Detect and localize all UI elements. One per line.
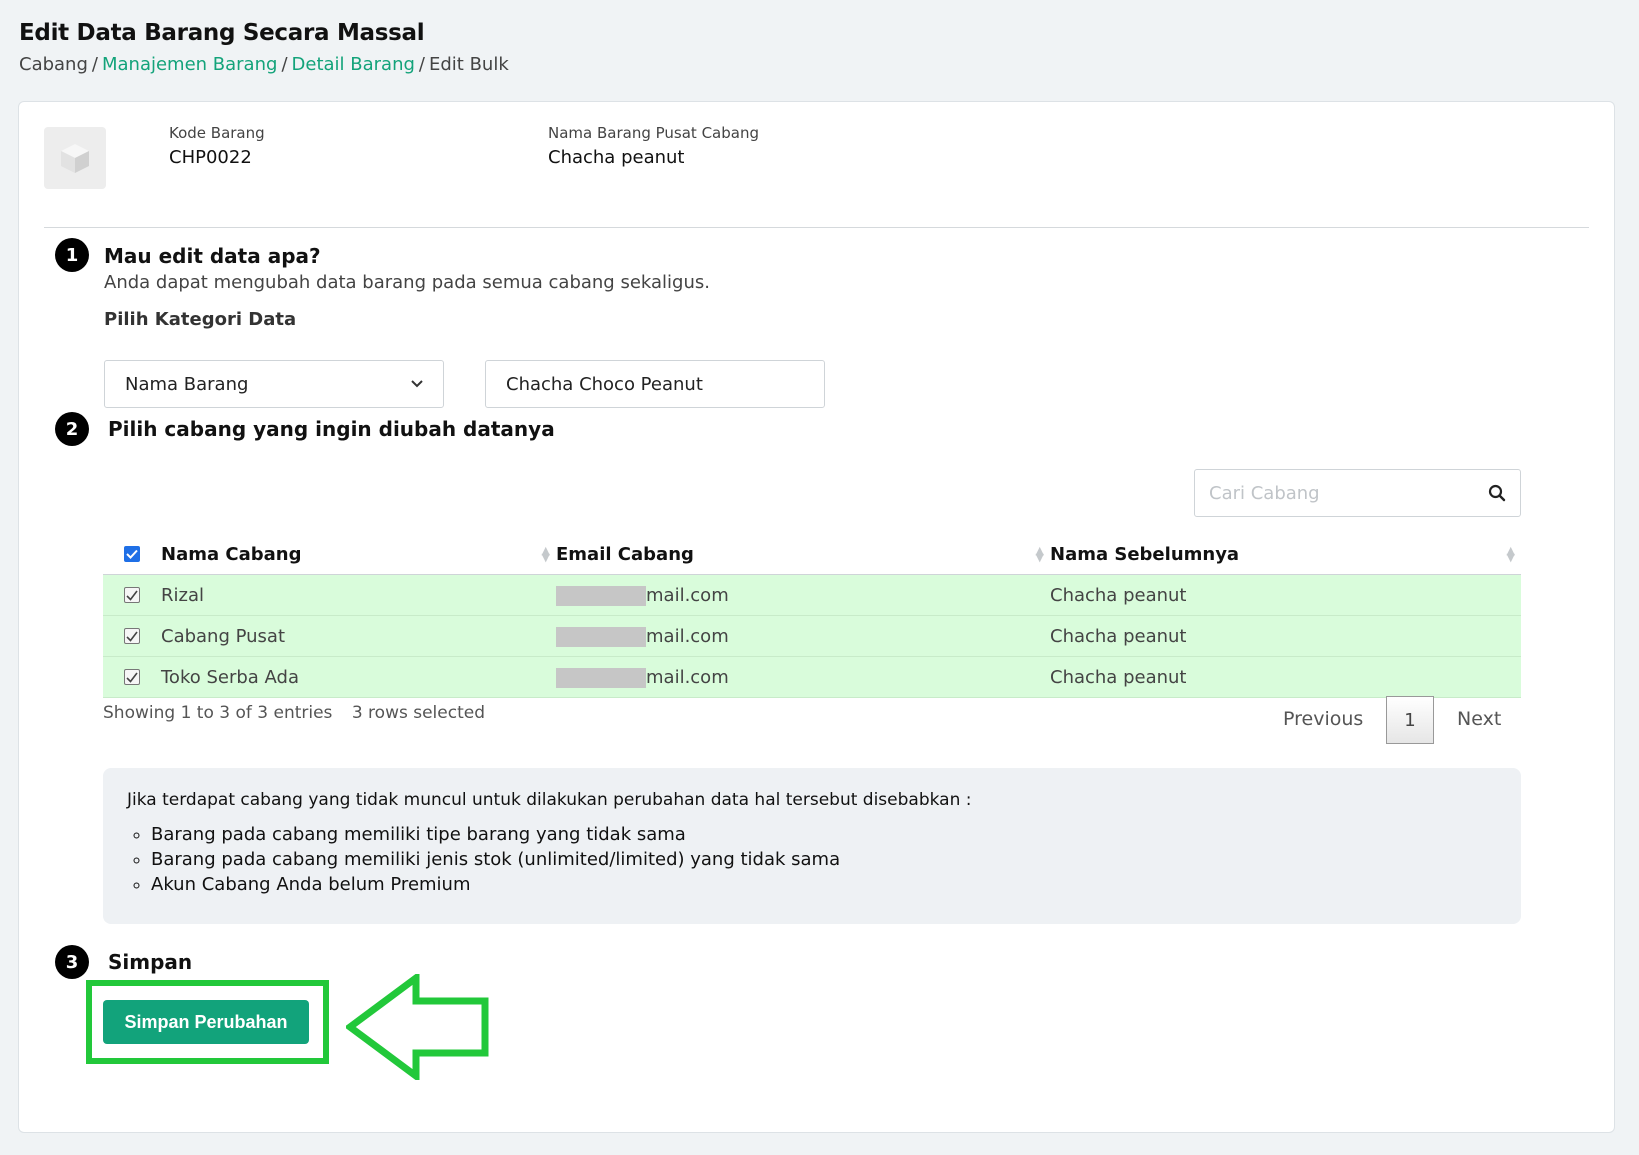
row-branch-email: mail.com: [556, 667, 1050, 688]
breadcrumb-detail-barang[interactable]: Detail Barang: [292, 54, 415, 75]
product-name-value: Chacha peanut: [548, 147, 685, 168]
row-branch-name: Toko Serba Ada: [161, 666, 299, 688]
step-1-badge: 1: [55, 238, 89, 272]
note-item: Barang pada cabang memiliki tipe barang …: [151, 824, 1497, 845]
check-icon: [126, 590, 138, 601]
category-selected-value: Nama Barang: [125, 373, 249, 395]
sort-icon[interactable]: ▲ ▼: [542, 545, 550, 563]
table-row[interactable]: Toko Serba Ada mail.com Chacha peanut: [103, 657, 1521, 698]
step-1-title: Mau edit data apa?: [104, 244, 321, 268]
product-image-placeholder: [44, 127, 106, 189]
row-checkbox[interactable]: [124, 669, 140, 685]
step-1-description: Anda dapat mengubah data barang pada sem…: [104, 272, 710, 293]
category-select[interactable]: Nama Barang: [104, 360, 444, 408]
arrow-left-icon: [346, 974, 489, 1080]
box-icon: [61, 144, 89, 173]
step-3-badge: 3: [55, 945, 89, 979]
note-item: Akun Cabang Anda belum Premium: [151, 874, 1497, 895]
search-placeholder: Cari Cabang: [1209, 482, 1320, 504]
column-header-name[interactable]: Nama Cabang ▲ ▼: [161, 544, 556, 565]
row-checkbox[interactable]: [124, 587, 140, 603]
check-icon: [126, 631, 138, 642]
table-info: Showing 1 to 3 of 3 entries 3 rows selec…: [103, 703, 485, 723]
category-label: Pilih Kategori Data: [104, 309, 297, 330]
chevron-down-icon: [411, 380, 423, 388]
divider: [44, 227, 1589, 228]
breadcrumb-separator: /: [281, 54, 288, 75]
edit-bulk-card: Kode Barang CHP0022 Nama Barang Pusat Ca…: [18, 101, 1615, 1133]
branch-search-input[interactable]: Cari Cabang: [1194, 469, 1521, 517]
breadcrumb-manajemen-barang[interactable]: Manajemen Barang: [102, 54, 277, 75]
save-changes-button[interactable]: Simpan Perubahan: [103, 1000, 309, 1044]
column-header-previous[interactable]: Nama Sebelumnya ▲ ▼: [1050, 544, 1521, 565]
column-header-email[interactable]: Email Cabang ▲ ▼: [556, 544, 1050, 565]
step-2-title: Pilih cabang yang ingin diubah datanya: [108, 417, 555, 441]
breadcrumb-separator: /: [91, 54, 98, 75]
page-title: Edit Data Barang Secara Massal: [19, 20, 425, 46]
row-branch-email: mail.com: [556, 585, 1050, 606]
select-all-checkbox[interactable]: [124, 546, 140, 562]
row-previous-name: Chacha peanut: [1050, 666, 1187, 688]
sort-icon[interactable]: ▲ ▼: [1507, 545, 1515, 563]
pagination-next[interactable]: Next: [1457, 708, 1501, 730]
redacted-block: [556, 667, 646, 688]
check-icon: [126, 549, 138, 559]
info-note: Jika terdapat cabang yang tidak muncul u…: [103, 768, 1521, 924]
breadcrumb-separator: /: [418, 54, 425, 75]
note-list: Barang pada cabang memiliki tipe barang …: [127, 824, 1497, 895]
selected-info: 3 rows selected: [351, 703, 485, 723]
sort-icon[interactable]: ▲ ▼: [1036, 545, 1044, 563]
row-previous-name: Chacha peanut: [1050, 584, 1187, 606]
entries-info: Showing 1 to 3 of 3 entries: [103, 703, 333, 723]
table-header: Nama Cabang ▲ ▼ Email Cabang ▲ ▼ Nama Sebelu…: [103, 534, 1521, 575]
breadcrumb: Cabang / Manajemen Barang / Detail Barang / Ed…: [19, 54, 509, 75]
table-row[interactable]: Rizal mail.com Chacha peanut: [103, 575, 1521, 616]
product-code-value: CHP0022: [169, 147, 252, 168]
check-icon: [126, 672, 138, 683]
note-item: Barang pada cabang memiliki jenis stok (…: [151, 849, 1497, 870]
row-branch-email: mail.com: [556, 626, 1050, 647]
new-value-text: Chacha Choco Peanut: [506, 373, 703, 395]
note-intro: Jika terdapat cabang yang tidak muncul u…: [127, 790, 972, 810]
search-icon[interactable]: [1488, 484, 1506, 502]
pagination-page-1[interactable]: 1: [1386, 696, 1434, 744]
breadcrumb-cabang: Cabang: [19, 54, 88, 75]
redacted-block: [556, 626, 646, 647]
pagination-previous[interactable]: Previous: [1283, 708, 1363, 730]
step-2-badge: 2: [55, 412, 89, 446]
step-3-title: Simpan: [108, 950, 193, 974]
table-row[interactable]: Cabang Pusat mail.com Chacha peanut: [103, 616, 1521, 657]
branch-table: Nama Cabang ▲ ▼ Email Cabang ▲ ▼ Nama Sebelu…: [103, 534, 1521, 698]
redacted-block: [556, 585, 646, 606]
row-branch-name: Rizal: [161, 584, 204, 606]
row-previous-name: Chacha peanut: [1050, 625, 1187, 647]
row-branch-name: Cabang Pusat: [161, 625, 286, 647]
page-header: Edit Data Barang Secara Massal Cabang / Ma…: [19, 20, 509, 75]
product-name-label: Nama Barang Pusat Cabang: [548, 124, 759, 142]
product-code-label: Kode Barang: [169, 124, 265, 142]
new-value-input[interactable]: Chacha Choco Peanut: [485, 360, 825, 408]
row-checkbox[interactable]: [124, 628, 140, 644]
breadcrumb-edit-bulk: Edit Bulk: [428, 54, 509, 75]
